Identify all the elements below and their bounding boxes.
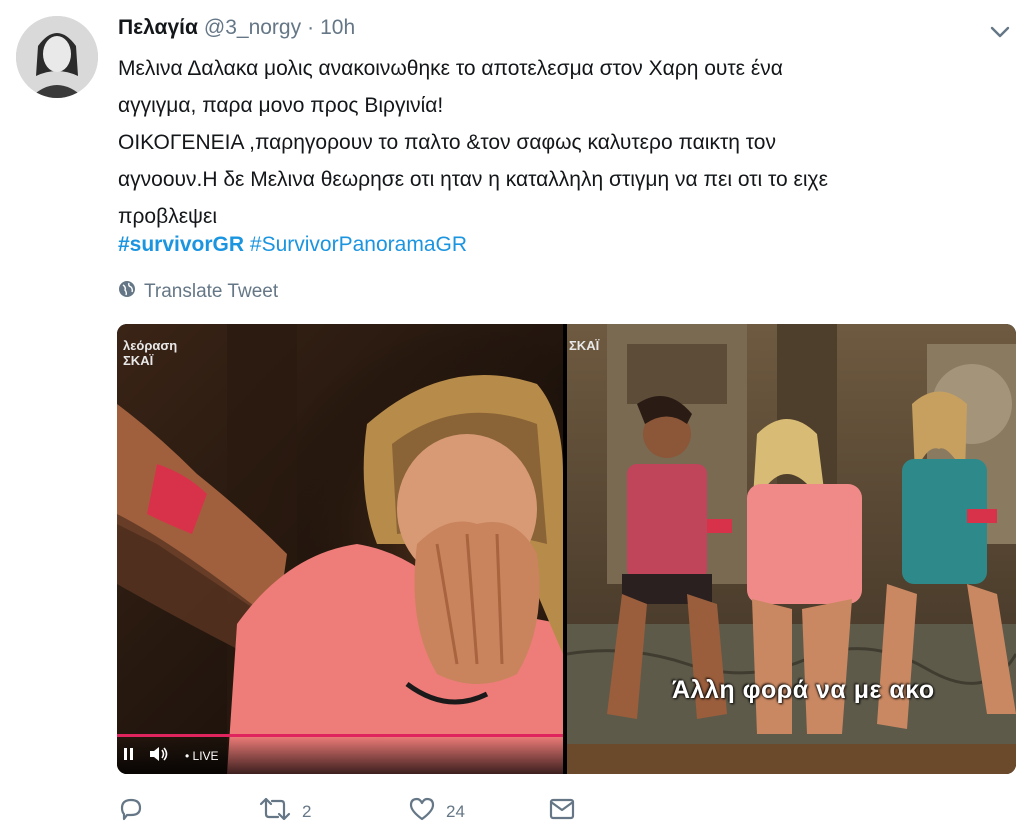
watermark-line: λεόραση: [123, 338, 178, 353]
like-button[interactable]: 24: [408, 796, 465, 827]
tweet-header: Πελαγία @3_norgy · 10h: [118, 16, 355, 44]
author-name[interactable]: Πελαγία: [118, 16, 198, 40]
reply-button[interactable]: [118, 796, 154, 827]
video-player-bar: [117, 736, 563, 774]
video-caption: Άλλη φορά να με ακο: [672, 676, 935, 704]
retweet-button[interactable]: 2: [258, 796, 311, 827]
tweet-text: Μελινα Δαλακα μολις ανακοινωθηκε το αποτ…: [118, 50, 1008, 235]
tweet-text-line: αγγιγμα, παρα μονο προς Βιργινία!: [118, 94, 444, 117]
media-image-left[interactable]: λεόραση ΣΚΑΪ • LIVE: [117, 324, 563, 774]
crying-contestant-image: [117, 324, 563, 774]
envelope-icon: [548, 796, 576, 827]
tweet-text-line: αγνοουν.Η δε Μελινα θεωρησε οτι ηταν η κ…: [118, 168, 828, 191]
volume-icon[interactable]: [149, 746, 171, 767]
video-progress-bar[interactable]: [117, 734, 563, 737]
heart-icon: [408, 796, 436, 827]
tweet-media[interactable]: λεόραση ΣΚΑΪ • LIVE ΣΚΑΪ Άλλη φορά να με…: [117, 324, 1016, 774]
tweet-text-line: ΟΙΚΟΓΕΝΕΙΑ ,παρηγορουν το παλτο &τον σαφ…: [118, 131, 776, 154]
live-indicator: • LIVE: [185, 749, 219, 763]
author-handle[interactable]: @3_norgy: [204, 16, 301, 40]
channel-watermark: ΣΚΑΪ: [569, 338, 600, 353]
hashtag-link-survivorgr[interactable]: #survivorGR: [118, 233, 244, 256]
media-image-right[interactable]: ΣΚΑΪ Άλλη φορά να με ακο: [567, 324, 1016, 774]
reply-icon: [118, 796, 144, 827]
tweet-timestamp[interactable]: 10h: [320, 16, 355, 40]
direct-message-button[interactable]: [548, 796, 576, 827]
tweet-text-line: Μελινα Δαλακα μολις ανακοινωθηκε το αποτ…: [118, 57, 783, 80]
pause-icon[interactable]: [123, 746, 135, 767]
three-contestants-image: [567, 324, 1016, 774]
retweet-count: 2: [302, 801, 312, 821]
globe-icon: [118, 280, 136, 304]
translate-label: Translate Tweet: [144, 281, 279, 302]
like-count: 24: [446, 801, 465, 821]
retweet-icon: [258, 796, 292, 827]
separator-dot: ·: [307, 16, 315, 39]
channel-watermark: λεόραση ΣΚΑΪ: [123, 338, 177, 368]
hashtag-link-survivorpanoramagr[interactable]: #SurvivorPanoramaGR: [250, 233, 467, 256]
author-avatar[interactable]: [16, 16, 98, 98]
watermark-line: ΣΚΑΪ: [123, 353, 154, 368]
hashtag-row: #survivorGR #SurvivorPanoramaGR: [118, 226, 467, 263]
chevron-down-icon[interactable]: [986, 20, 1014, 44]
translate-tweet-link[interactable]: Translate Tweet: [118, 280, 278, 304]
